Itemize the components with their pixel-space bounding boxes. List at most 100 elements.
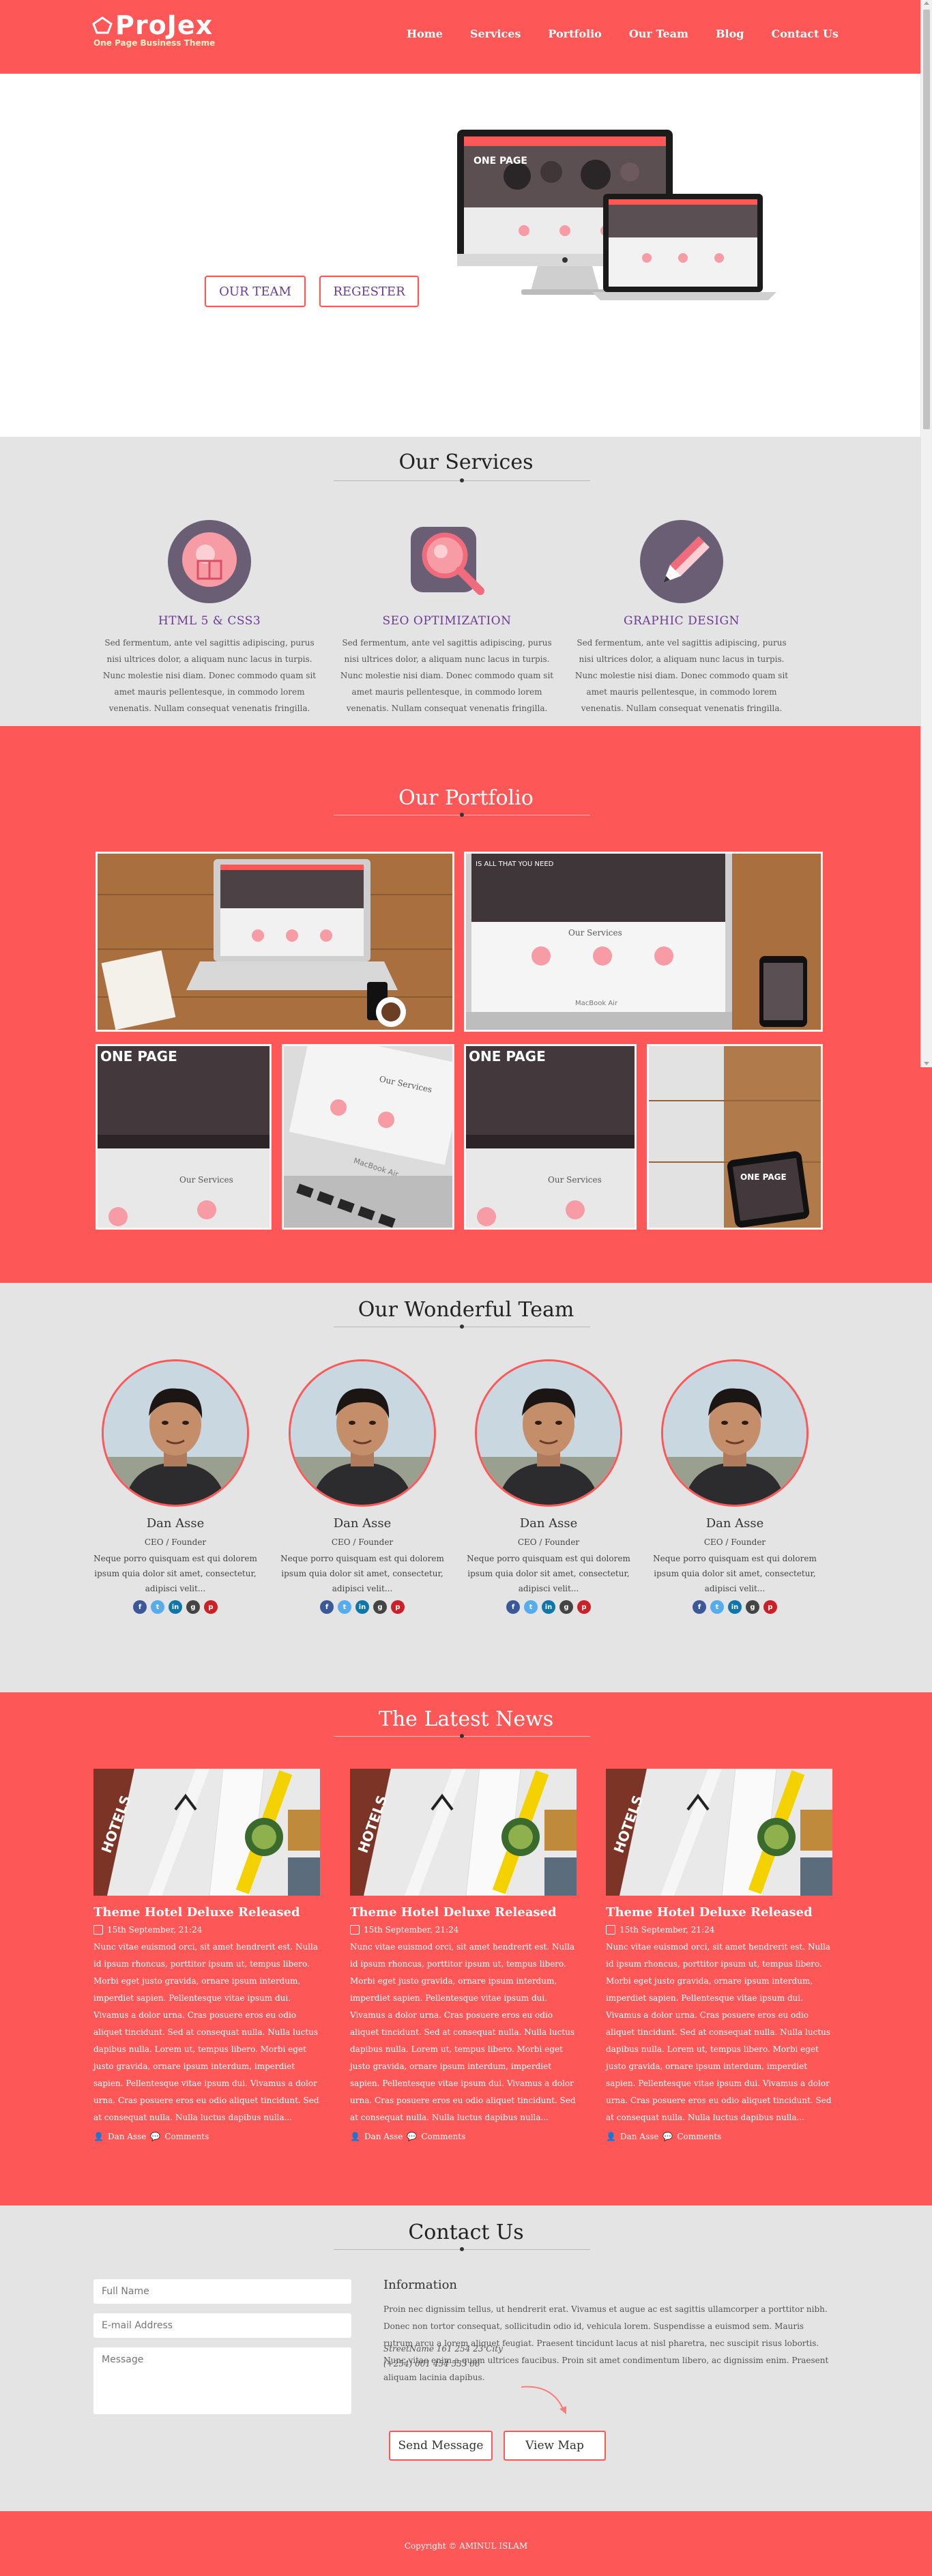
- title-divider-dot: [460, 813, 464, 817]
- service-text: Sed fermentum, ante vel sagittis adipisc…: [340, 638, 554, 713]
- post-comments-link[interactable]: Comments: [421, 2132, 465, 2141]
- site-header: ProJex One Page Business Theme Home Serv…: [0, 0, 932, 74]
- pinterest-icon[interactable]: p: [391, 1600, 405, 1614]
- news-title: The Latest News: [378, 1707, 554, 1731]
- service-html: HTML 5 & CSS3 Sed fermentum, ante vel sa…: [97, 520, 322, 717]
- nav-home[interactable]: Home: [407, 27, 443, 40]
- post-author[interactable]: Dan Asse: [364, 2132, 403, 2141]
- portfolio-item[interactable]: ONE PAGE Our Services: [96, 1044, 272, 1230]
- member-role: CEO / Founder: [144, 1537, 207, 1547]
- svg-text:ONE PAGE: ONE PAGE: [740, 1172, 787, 1182]
- brand-name: ProJex: [115, 10, 214, 40]
- post-title[interactable]: Theme Hotel Deluxe Released: [350, 1905, 577, 1920]
- twitter-icon[interactable]: t: [151, 1600, 164, 1614]
- pencil-icon: [640, 520, 723, 603]
- pinterest-icon[interactable]: p: [204, 1600, 218, 1614]
- member-name: Dan Asse: [705, 1516, 764, 1531]
- nav-portfolio[interactable]: Portfolio: [548, 27, 601, 40]
- portfolio-item[interactable]: ONE PAGE Our Services: [464, 1044, 637, 1230]
- view-map-button[interactable]: View Map: [504, 2431, 606, 2461]
- post-title[interactable]: Theme Hotel Deluxe Released: [93, 1905, 320, 1920]
- linkedin-icon[interactable]: in: [169, 1600, 182, 1614]
- post-date: 15th September, 21:24: [606, 1925, 832, 1935]
- github-icon[interactable]: g: [373, 1600, 387, 1614]
- scroll-up-arrow-icon[interactable]: [924, 1, 929, 5]
- portfolio-item[interactable]: [96, 852, 454, 1032]
- portfolio-section: Our Portfolio IS ALL THAT YOU NEED Our S…: [0, 726, 932, 1283]
- portfolio-item[interactable]: Our Services MacBook Air: [282, 1044, 454, 1230]
- twitter-icon[interactable]: t: [338, 1600, 351, 1614]
- member-role: CEO / Founder: [331, 1537, 394, 1547]
- post-image[interactable]: HOTELS: [350, 1769, 577, 1896]
- team-title: Our Wonderful Team: [358, 1298, 574, 1322]
- news-post: HOTELS Theme Hotel Deluxe Released 15th …: [93, 1769, 320, 2141]
- title-divider-dot: [460, 478, 464, 482]
- nav-our-team[interactable]: Our Team: [629, 27, 688, 40]
- nav-blog[interactable]: Blog: [716, 27, 744, 40]
- linkedin-icon[interactable]: in: [542, 1600, 555, 1614]
- member-photo: [661, 1359, 809, 1507]
- social-links: f t in g p: [653, 1600, 817, 1614]
- info-title: Information: [383, 2278, 458, 2292]
- github-icon[interactable]: g: [186, 1600, 200, 1614]
- user-icon: 👤: [93, 2132, 104, 2141]
- portfolio-item[interactable]: ONE PAGE: [647, 1044, 823, 1230]
- member-photo: [475, 1359, 622, 1507]
- email-input[interactable]: [93, 2313, 351, 2338]
- member-bio: Neque porro quisquam est qui dolorem ips…: [93, 1554, 257, 1593]
- post-meta: 👤 Dan Asse 💬 Comments: [606, 2132, 832, 2141]
- github-icon[interactable]: g: [746, 1600, 759, 1614]
- facebook-icon[interactable]: f: [506, 1600, 520, 1614]
- nav-services[interactable]: Services: [470, 27, 521, 40]
- scroll-down-arrow-icon[interactable]: [924, 1062, 929, 1065]
- post-excerpt: Nunc vitae euismod orci, sit amet hendre…: [350, 1942, 576, 2122]
- facebook-icon[interactable]: f: [320, 1600, 334, 1614]
- team-member: Dan Asse CEO / Founder Neque porro quisq…: [653, 1359, 817, 1614]
- news-post: HOTELS Theme Hotel Deluxe Released 15th …: [606, 1769, 832, 2141]
- post-meta: 👤 Dan Asse 💬 Comments: [93, 2132, 320, 2141]
- comment-icon: 💬: [407, 2132, 418, 2141]
- message-textarea[interactable]: [93, 2347, 351, 2414]
- pinterest-icon[interactable]: p: [577, 1600, 591, 1614]
- hero-section: OUR TEAM REGESTER ONE PAGE: [0, 74, 932, 437]
- nav-contact-us[interactable]: Contact Us: [771, 27, 838, 40]
- magnifier-icon: [405, 520, 489, 603]
- post-comments-link[interactable]: Comments: [677, 2132, 721, 2141]
- post-title[interactable]: Theme Hotel Deluxe Released: [606, 1905, 832, 1920]
- comment-icon: 💬: [662, 2132, 673, 2141]
- linkedin-icon[interactable]: in: [728, 1600, 742, 1614]
- post-image[interactable]: HOTELS: [93, 1769, 320, 1896]
- facebook-icon[interactable]: f: [693, 1600, 706, 1614]
- send-message-button[interactable]: Send Message: [389, 2431, 493, 2461]
- social-links: f t in g p: [467, 1600, 630, 1614]
- social-links: f t in g p: [93, 1600, 257, 1614]
- logo[interactable]: ProJex One Page Business Theme: [92, 10, 215, 48]
- register-button[interactable]: REGESTER: [319, 276, 419, 307]
- facebook-icon[interactable]: f: [133, 1600, 147, 1614]
- twitter-icon[interactable]: t: [710, 1600, 724, 1614]
- full-name-input[interactable]: [93, 2279, 351, 2304]
- social-links: f t in g p: [280, 1600, 444, 1614]
- comment-icon: 💬: [150, 2132, 161, 2141]
- post-author[interactable]: Dan Asse: [620, 2132, 658, 2141]
- member-name: Dan Asse: [519, 1516, 578, 1531]
- team-member: Dan Asse CEO / Founder Neque porro quisq…: [280, 1359, 444, 1614]
- portfolio-item[interactable]: IS ALL THAT YOU NEED Our Services MacBoo…: [464, 852, 823, 1032]
- svg-text:IS ALL THAT YOU NEED: IS ALL THAT YOU NEED: [476, 860, 554, 868]
- linkedin-icon[interactable]: in: [355, 1600, 369, 1614]
- device-mockup-image: ONE PAGE: [457, 130, 776, 300]
- title-divider-dot: [460, 1325, 464, 1329]
- user-icon: 👤: [350, 2132, 360, 2141]
- our-team-button[interactable]: OUR TEAM: [205, 276, 306, 307]
- page-scrollbar[interactable]: [920, 0, 932, 1067]
- calendar-icon: [606, 1925, 615, 1935]
- contact-section: Contact Us Information Proin nec digniss…: [0, 2205, 932, 2511]
- post-image[interactable]: HOTELS: [606, 1769, 832, 1896]
- post-comments-link[interactable]: Comments: [164, 2132, 209, 2141]
- pinterest-icon[interactable]: p: [763, 1600, 777, 1614]
- twitter-icon[interactable]: t: [524, 1600, 538, 1614]
- github-icon[interactable]: g: [559, 1600, 573, 1614]
- scrollbar-thumb[interactable]: [923, 10, 930, 429]
- team-member: Dan Asse CEO / Founder Neque porro quisq…: [467, 1359, 630, 1614]
- post-author[interactable]: Dan Asse: [108, 2132, 146, 2141]
